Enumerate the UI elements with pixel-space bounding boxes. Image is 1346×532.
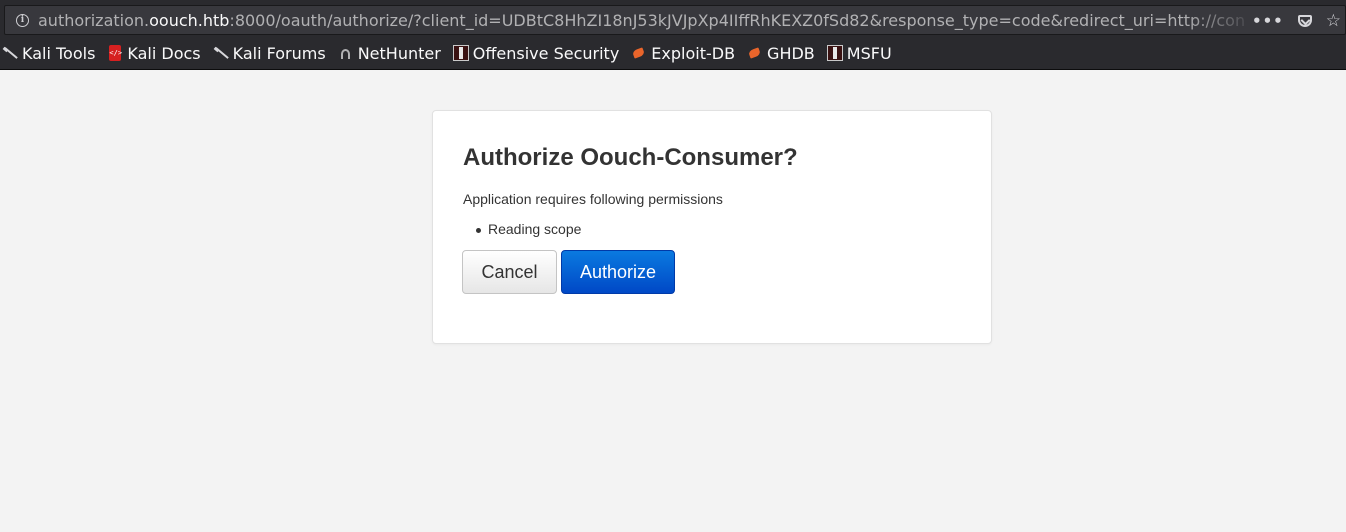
bookmark-label: Kali Tools <box>22 43 96 63</box>
offsec-icon <box>452 45 469 61</box>
bookmark-label: Kali Docs <box>127 43 201 63</box>
bookmark-label: Kali Forums <box>232 43 326 63</box>
bookmark-star-icon[interactable]: ☆ <box>1326 11 1341 31</box>
address-bar[interactable]: i authorization.oouch.htb:8000/oauth/aut… <box>4 5 1346 35</box>
page-actions-menu-icon[interactable]: ••• <box>1252 11 1284 31</box>
site-info-icon[interactable]: i <box>16 14 29 27</box>
url-actions: ••• ☆ <box>1252 11 1341 31</box>
offsec-icon <box>826 45 843 61</box>
kali-dragon-icon <box>213 45 229 61</box>
cancel-button[interactable]: Cancel <box>462 250 557 294</box>
page-title: Authorize Oouch-Consumer? <box>463 144 798 171</box>
pocket-icon[interactable] <box>1297 15 1312 27</box>
permission-item: Reading scope <box>463 221 581 238</box>
bookmark-kali-tools[interactable]: Kali Tools <box>2 41 95 65</box>
bookmark-kali-forums[interactable]: Kali Forums <box>213 41 326 65</box>
bookmark-nethunter[interactable]: NetHunter <box>338 41 441 65</box>
bookmark-msfu[interactable]: MSFU <box>826 41 892 65</box>
url-prefix: authorization. <box>38 11 150 30</box>
bookmark-label: MSFU <box>846 43 892 63</box>
kali-docs-icon: </> <box>109 45 122 61</box>
kali-dragon-icon <box>2 45 18 61</box>
authorize-card: Authorize Oouch-Consumer? Application re… <box>432 110 992 344</box>
bookmark-kali-docs[interactable]: </> Kali Docs <box>107 41 201 65</box>
exploit-db-icon <box>631 45 647 61</box>
bookmark-exploit-db[interactable]: Exploit-DB <box>631 41 735 65</box>
bookmark-label: Offensive Security <box>472 43 620 63</box>
exploit-db-icon <box>747 45 763 61</box>
bookmark-label: NetHunter <box>357 43 441 63</box>
url-text[interactable]: authorization.oouch.htb:8000/oauth/autho… <box>38 11 1258 31</box>
permissions-list: Reading scope <box>463 221 581 238</box>
url-path: :8000/oauth/authorize/?client_id=UDBtC8H… <box>229 11 1246 30</box>
authorize-button[interactable]: Authorize <box>561 250 675 294</box>
bookmarks-toolbar: Kali Tools </> Kali Docs Kali Forums Net… <box>0 37 1346 70</box>
bookmark-ghdb[interactable]: GHDB <box>747 41 815 65</box>
bookmark-label: Exploit-DB <box>651 43 736 63</box>
bookmark-label: GHDB <box>767 43 815 63</box>
nethunter-icon <box>338 45 354 61</box>
bookmark-offensive-security[interactable]: Offensive Security <box>452 41 620 65</box>
permissions-intro: Application requires following permissio… <box>463 191 723 207</box>
browser-toolbar: i authorization.oouch.htb:8000/oauth/aut… <box>0 0 1346 37</box>
url-host: oouch.htb <box>149 11 230 30</box>
